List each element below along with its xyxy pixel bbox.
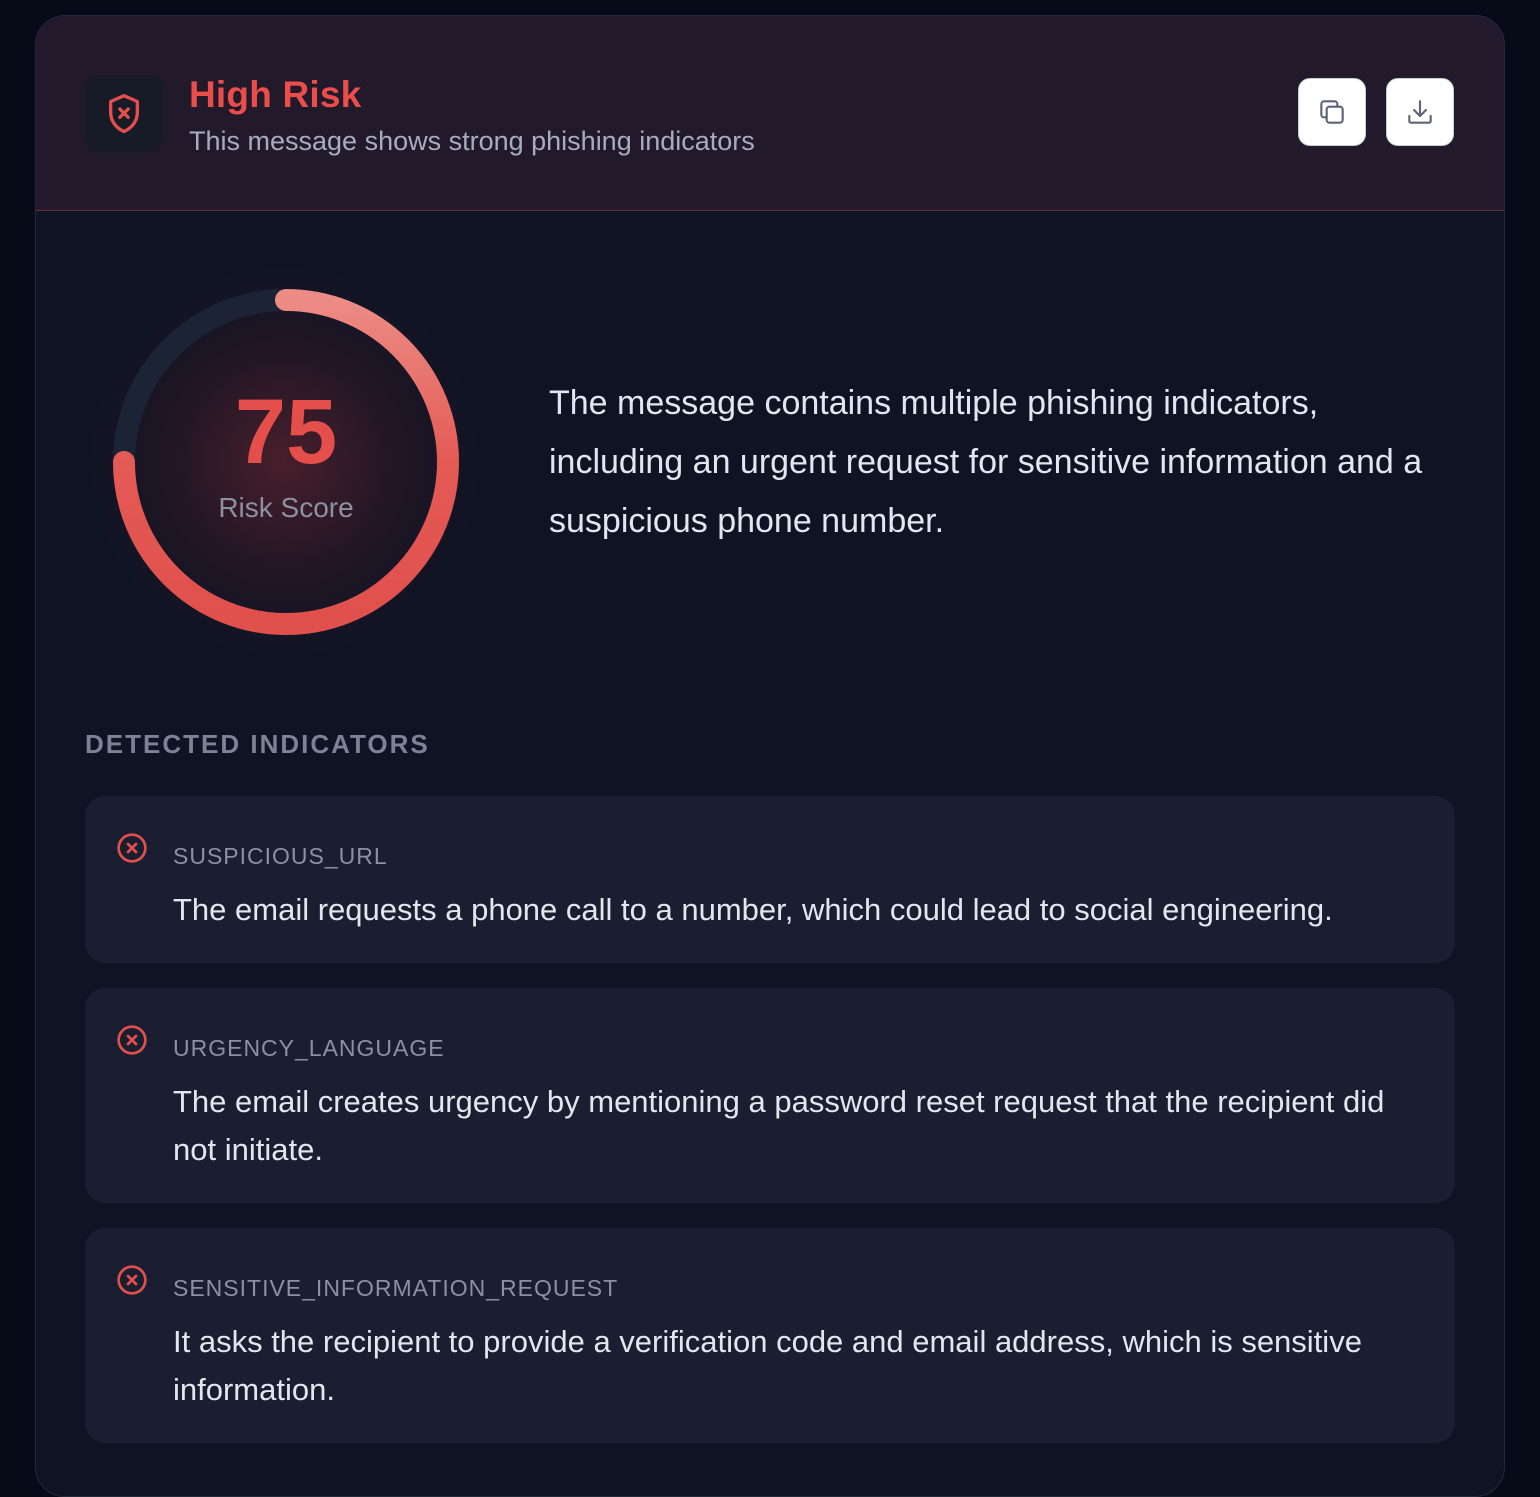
- risk-header: High Risk This message shows strong phis…: [36, 16, 1504, 211]
- copy-button[interactable]: [1298, 78, 1366, 146]
- download-icon: [1408, 100, 1432, 124]
- indicator-name: URGENCY_LANGUAGE: [173, 1035, 445, 1061]
- error-circle-icon: [117, 1025, 147, 1055]
- risk-score-label: Risk Score: [218, 492, 354, 523]
- analysis-card: High Risk This message shows strong phis…: [35, 15, 1505, 1497]
- error-circle-icon: [117, 1265, 147, 1295]
- risk-score-value: 75: [234, 381, 338, 483]
- indicator-card: SUSPICIOUS_URL The email requests a phon…: [85, 796, 1455, 963]
- indicator-name: SUSPICIOUS_URL: [173, 843, 388, 869]
- risk-title: High Risk: [189, 74, 362, 115]
- indicators-heading: DETECTED INDICATORS: [85, 729, 430, 759]
- indicator-card: URGENCY_LANGUAGE The email creates urgen…: [85, 988, 1455, 1203]
- indicator-name: SENSITIVE_INFORMATION_REQUEST: [173, 1275, 619, 1301]
- indicator-card: SENSITIVE_INFORMATION_REQUEST It asks th…: [85, 1228, 1455, 1443]
- indicator-description: The email requests a phone call to a num…: [173, 892, 1333, 927]
- analysis-summary: The message contains multiple phishing i…: [549, 384, 1423, 540]
- risk-subtitle: This message shows strong phishing indic…: [189, 126, 755, 156]
- copy-icon: [1320, 100, 1344, 124]
- indicator-description: It asks the recipient to provide a verif…: [173, 1324, 1362, 1407]
- error-circle-icon: [117, 833, 147, 863]
- indicator-description: The email creates urgency by mentioning …: [173, 1084, 1385, 1167]
- shield-x-icon: [85, 75, 163, 153]
- download-button[interactable]: [1386, 78, 1454, 146]
